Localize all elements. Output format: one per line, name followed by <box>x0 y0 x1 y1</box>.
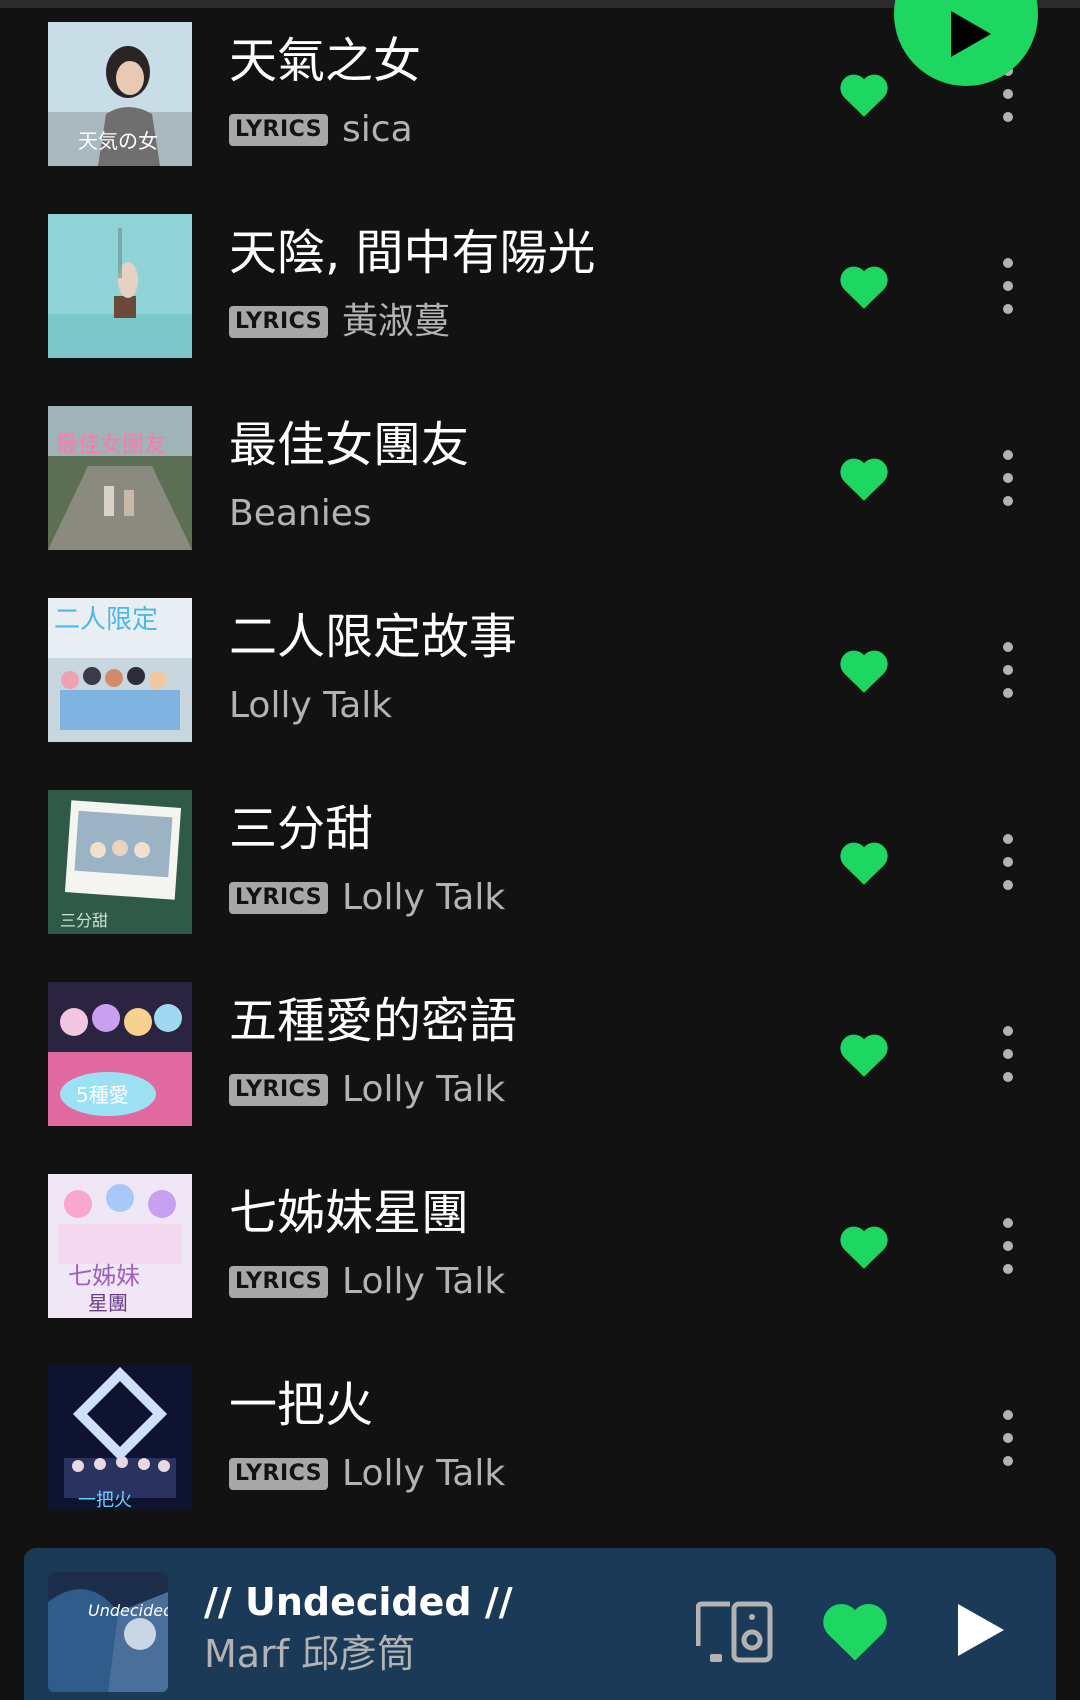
track-subtitle: LYRICS Lolly Talk <box>229 1260 505 1304</box>
svg-text:星團: 星團 <box>88 1291 128 1315</box>
heart-icon[interactable] <box>820 1598 890 1662</box>
track-row[interactable]: 一把火 一把火 LYRICS Lolly Talk <box>0 1366 1080 1558</box>
heart-icon[interactable] <box>838 262 890 310</box>
svg-text:二人限定: 二人限定 <box>54 605 158 635</box>
track-artist: Lolly Talk <box>342 1453 506 1494</box>
more-options-icon[interactable] <box>996 450 1020 506</box>
track-subtitle: Beanies <box>229 492 372 536</box>
track-title: 七姊妹星團 <box>229 1185 470 1241</box>
album-cover: 5種愛 <box>48 982 192 1126</box>
album-cover: 一把火 <box>48 1366 192 1510</box>
heart-icon[interactable] <box>838 1030 890 1078</box>
lyrics-badge: LYRICS <box>229 114 329 146</box>
now-playing-cover: Undecided <box>48 1572 168 1692</box>
track-subtitle: LYRICS 黃淑蔓 <box>229 300 450 344</box>
play-icon[interactable] <box>952 1600 1008 1660</box>
svg-text:三分甜: 三分甜 <box>60 911 108 930</box>
more-options-icon[interactable] <box>996 834 1020 890</box>
more-options-icon[interactable] <box>996 1026 1020 1082</box>
album-cover: 三分甜 <box>48 790 192 934</box>
now-playing-artist: Marf 邱彥筒 <box>204 1632 416 1676</box>
album-cover: 二人限定 <box>48 598 192 742</box>
heart-icon[interactable] <box>838 1222 890 1270</box>
album-cover <box>48 214 192 358</box>
more-options-icon[interactable] <box>996 642 1020 698</box>
track-title: 最佳女團友 <box>229 417 470 473</box>
track-row[interactable]: 二人限定 二人限定故事 Lolly Talk <box>0 598 1080 790</box>
svg-text:5種愛: 5種愛 <box>76 1083 129 1107</box>
album-cover: 七姊妹 星團 <box>48 1174 192 1318</box>
heart-icon[interactable] <box>838 838 890 886</box>
track-artist: Beanies <box>229 493 372 534</box>
mini-player[interactable]: Undecided // Undecided // Marf 邱彥筒 <box>24 1548 1056 1700</box>
track-title: 二人限定故事 <box>229 609 518 665</box>
svg-text:天気の女: 天気の女 <box>78 129 158 153</box>
track-artist: Lolly Talk <box>342 877 506 918</box>
lyrics-badge: LYRICS <box>229 1266 329 1298</box>
track-row[interactable]: 最佳女團友 最佳女團友 Beanies <box>0 406 1080 598</box>
more-options-icon[interactable] <box>996 258 1020 314</box>
track-title: 天陰, 間中有陽光 <box>229 225 596 281</box>
track-subtitle: LYRICS Lolly Talk <box>229 1068 505 1112</box>
play-icon <box>951 11 991 57</box>
track-subtitle: Lolly Talk <box>229 684 392 728</box>
heart-icon[interactable] <box>838 454 890 502</box>
track-title: 天氣之女 <box>229 33 422 89</box>
svg-text:一把火: 一把火 <box>78 1490 132 1510</box>
track-subtitle: LYRICS Lolly Talk <box>229 1452 505 1496</box>
lyrics-badge: LYRICS <box>229 882 329 914</box>
track-title: 五種愛的密語 <box>229 993 518 1049</box>
track-artist: Lolly Talk <box>342 1261 506 1302</box>
album-cover: 天気の女 <box>48 22 192 166</box>
device-connect-icon[interactable] <box>696 1600 774 1664</box>
track-row[interactable]: 天陰, 間中有陽光 LYRICS 黃淑蔓 <box>0 214 1080 406</box>
track-row[interactable]: 七姊妹 星團 七姊妹星團 LYRICS Lolly Talk <box>0 1174 1080 1366</box>
lyrics-badge: LYRICS <box>229 1458 329 1490</box>
lyrics-badge: LYRICS <box>229 306 329 338</box>
track-subtitle: LYRICS Lolly Talk <box>229 876 505 920</box>
track-row[interactable]: 5種愛 五種愛的密語 LYRICS Lolly Talk <box>0 982 1080 1174</box>
lyrics-badge: LYRICS <box>229 1074 329 1106</box>
track-title: 三分甜 <box>229 801 374 857</box>
track-artist: 黃淑蔓 <box>342 301 451 342</box>
heart-icon[interactable] <box>838 646 890 694</box>
more-options-icon[interactable] <box>996 1410 1020 1466</box>
track-row[interactable]: 三分甜 三分甜 LYRICS Lolly Talk <box>0 790 1080 982</box>
track-artist: sica <box>342 109 413 150</box>
svg-text:Undecided: Undecided <box>88 1601 168 1620</box>
liked-songs-page: 天気の女 天氣之女 LYRICS sica 天陰, 間中有陽光 LYRICS 黃… <box>0 0 1080 1700</box>
heart-icon[interactable] <box>838 70 890 118</box>
now-playing-title: // Undecided // <box>204 1580 513 1624</box>
svg-text:最佳女團友: 最佳女團友 <box>56 433 166 458</box>
track-artist: Lolly Talk <box>342 1069 506 1110</box>
more-options-icon[interactable] <box>996 1218 1020 1274</box>
album-cover: 最佳女團友 <box>48 406 192 550</box>
svg-text:七姊妹: 七姊妹 <box>68 1262 140 1290</box>
track-artist: Lolly Talk <box>229 685 393 726</box>
track-subtitle: LYRICS sica <box>229 108 413 152</box>
track-title: 一把火 <box>229 1377 374 1433</box>
